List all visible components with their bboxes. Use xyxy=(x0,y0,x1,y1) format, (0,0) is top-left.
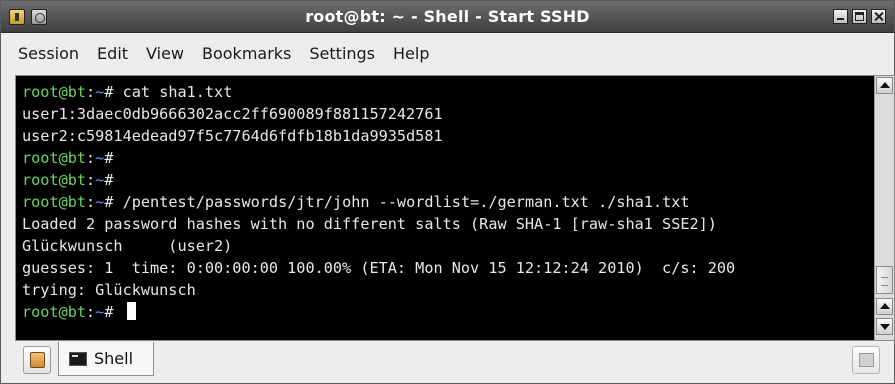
prompt-path: ~ xyxy=(95,303,105,321)
terminal-output-text: guesses: 1 time: 0:00:00:00 100.00% (ETA… xyxy=(22,259,736,277)
prompt-separator: : xyxy=(86,193,96,211)
terminal-output-line: Loaded 2 password hashes with no differe… xyxy=(22,213,874,235)
prompt-user: root@bt xyxy=(22,193,87,211)
terminal-output[interactable]: root@bt:~# cat sha1.txt user1:3daec0db966… xyxy=(16,76,874,340)
terminal-output-line: guesses: 1 time: 0:00:00:00 100.00% (ETA… xyxy=(22,257,874,279)
terminal-command: cat sha1.txt xyxy=(122,83,233,101)
prompt-separator: : xyxy=(86,149,96,167)
prompt-user: root@bt xyxy=(22,83,87,101)
scroll-up-icon[interactable] xyxy=(876,77,893,94)
terminal-output-line: user1:3daec0db9666302acc2ff690089f881157… xyxy=(22,103,874,125)
prompt-user: root@bt xyxy=(22,149,87,167)
prompt-symbol: # xyxy=(104,83,123,101)
prompt-symbol: # xyxy=(104,171,123,189)
prompt-path: ~ xyxy=(95,171,105,189)
text-cursor xyxy=(126,302,136,320)
terminal-output-text: trying: Glückwunsch xyxy=(22,281,196,299)
close-tab-button[interactable] xyxy=(852,346,880,374)
terminal-output-line: trying: Glückwunsch xyxy=(22,279,874,301)
tab-bar: Shell xyxy=(1,342,894,383)
terminal-prompt-line: root@bt:~# xyxy=(22,147,874,169)
terminal-output-text: Glückwunsch (user2) xyxy=(22,237,233,255)
prompt-symbol: # xyxy=(104,303,123,321)
terminal-output-text: Loaded 2 password hashes with no differe… xyxy=(22,215,717,233)
terminal-prompt-line: root@bt:~# cat sha1.txt xyxy=(22,81,874,103)
menu-help[interactable]: Help xyxy=(384,38,438,69)
terminal-prompt-line: root@bt:~# xyxy=(22,169,874,191)
prompt-path: ~ xyxy=(95,83,105,101)
tab-label: Shell xyxy=(94,349,134,368)
scroll-down-icon[interactable] xyxy=(876,318,893,335)
close-icon[interactable] xyxy=(871,9,886,24)
terminal-icon xyxy=(69,351,87,366)
new-tab-button[interactable] xyxy=(23,346,51,374)
terminal-prompt-line: root@bt:~# /pentest/passwords/jtr/john -… xyxy=(22,191,874,213)
terminal-prompt-line: root@bt:~# xyxy=(22,301,874,323)
new-tab-icon xyxy=(30,352,45,368)
menu-settings[interactable]: Settings xyxy=(300,38,384,69)
menu-bar: Session Edit View Bookmarks Settings Hel… xyxy=(1,34,894,72)
close-tab-icon xyxy=(859,353,874,367)
prompt-user: root@bt xyxy=(22,171,87,189)
terminal-frame: root@bt:~# cat sha1.txt user1:3daec0db966… xyxy=(15,75,895,341)
menu-view[interactable]: View xyxy=(137,38,193,69)
prompt-path: ~ xyxy=(95,149,105,167)
vertical-scrollbar[interactable] xyxy=(874,76,894,340)
prompt-separator: : xyxy=(86,83,96,101)
terminal-output-text: user1:3daec0db9666302acc2ff690089f881157… xyxy=(22,105,443,123)
tab-shell[interactable]: Shell xyxy=(58,342,154,376)
prompt-user: root@bt xyxy=(22,303,87,321)
scroll-up-secondary-icon[interactable] xyxy=(876,298,893,315)
terminal-output-text: user2:c59814edead97f5c7764d6fdfb18b1da99… xyxy=(22,127,443,145)
window-title: root@bt: ~ - Shell - Start SSHD xyxy=(305,7,590,26)
minimize-icon[interactable] xyxy=(833,9,848,24)
prompt-separator: : xyxy=(86,171,96,189)
terminal-command: /pentest/passwords/jtr/john --wordlist=.… xyxy=(122,193,690,211)
prompt-path: ~ xyxy=(95,193,105,211)
prompt-separator: : xyxy=(86,303,96,321)
maximize-icon[interactable] xyxy=(852,9,867,24)
title-bar[interactable]: root@bt: ~ - Shell - Start SSHD xyxy=(1,1,894,33)
menu-bookmarks[interactable]: Bookmarks xyxy=(193,38,300,69)
prompt-symbol: # xyxy=(104,149,123,167)
window-controls xyxy=(833,9,886,24)
konsole-window: root@bt: ~ - Shell - Start SSHD Session … xyxy=(0,0,895,384)
menu-session[interactable]: Session xyxy=(9,38,88,69)
menu-edit[interactable]: Edit xyxy=(88,38,137,69)
terminal-output-line: Glückwunsch (user2) xyxy=(22,235,874,257)
scrollbar-thumb[interactable] xyxy=(876,266,893,294)
prompt-symbol: # xyxy=(104,193,123,211)
terminal-output-line: user2:c59814edead97f5c7764d6fdfb18b1da99… xyxy=(22,125,874,147)
